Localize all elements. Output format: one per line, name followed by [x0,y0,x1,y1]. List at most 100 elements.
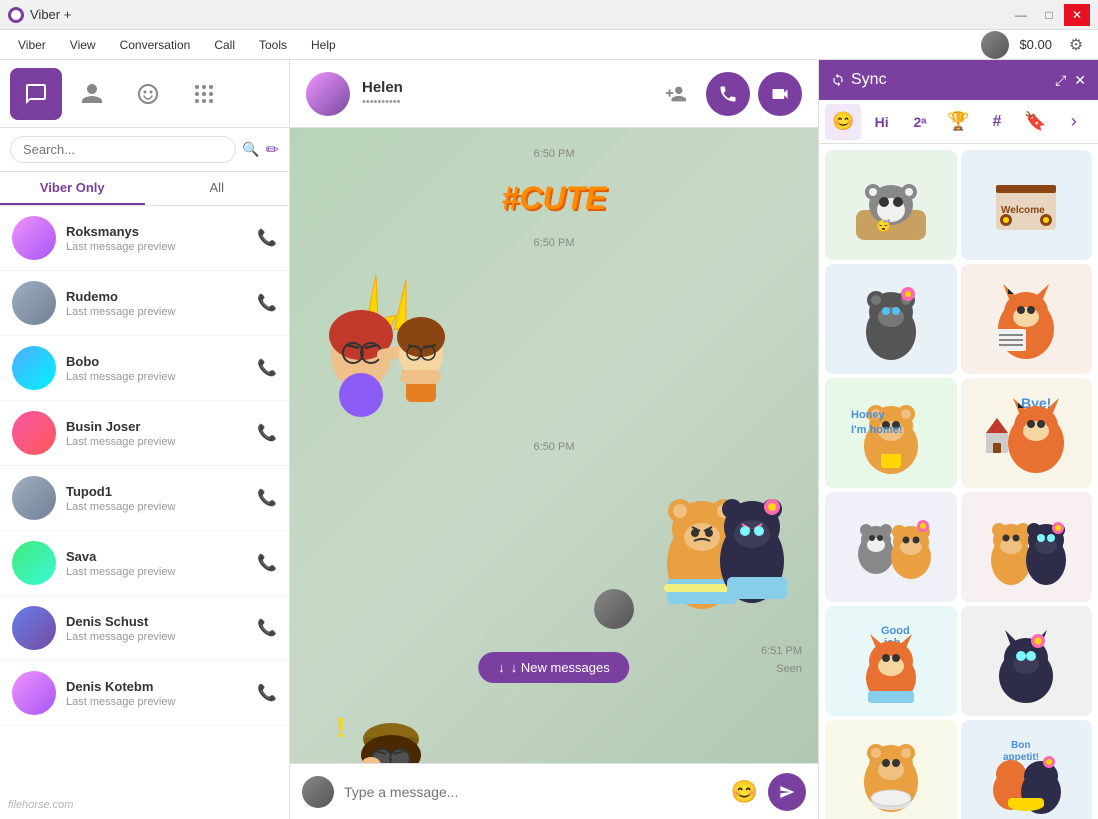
viber-icon: 📞 [257,293,277,313]
laptop-girl-svg: ! [306,687,466,763]
sticker-cell[interactable]: Bye! [961,378,1093,488]
contact-item[interactable]: Denis Schust Last message preview 📞 [0,596,289,661]
search-bar: 🔍 ✏ [0,128,289,172]
bear-panther-svg [642,469,802,629]
message-time: 6:51 PM [761,645,802,657]
message-time: 6:50 PM [306,441,802,453]
menu-viber[interactable]: Viber [8,34,56,56]
minimize-button[interactable]: — [1008,4,1034,26]
sticker-cell[interactable] [825,720,957,819]
contact-msg: Last message preview [66,696,247,708]
contact-item[interactable]: Sava Last message preview 📞 [0,531,289,596]
sticker-laptop-girl: ! [306,687,466,763]
contact-item[interactable]: Busin Joser Last message preview 📞 [0,401,289,466]
sticker-welcome-sign: Welcome [981,160,1071,250]
sticker-cell[interactable] [961,264,1093,374]
filter-all[interactable]: All [145,172,290,205]
sticker-cat-bookmark[interactable]: 🔖 [1017,104,1053,140]
sticker-cat-hi[interactable]: Hi [863,104,899,140]
contact-item[interactable]: Roksmanys Last message preview 📞 [0,206,289,271]
contact-msg: Last message preview [66,436,247,448]
sticker-raccoon-pair [846,502,936,592]
sticker-cell[interactable]: Good job [825,606,957,716]
panel-close-icon[interactable]: ✕ [1074,72,1086,89]
title-bar: Viber + — □ ✕ [0,0,1098,30]
sticker-cell[interactable] [961,492,1093,602]
sender-avatar [594,589,634,629]
contact-info: Denis Schust Last message preview [66,614,247,643]
contact-msg: Last message preview [66,631,247,643]
sticker-honey-bear: Honey I'm home! [846,388,936,478]
close-button[interactable]: ✕ [1064,4,1090,26]
avatar [12,411,56,455]
edit-icon[interactable]: ✏ [266,140,279,160]
nav-contacts-button[interactable] [66,68,118,120]
sticker-cat-2[interactable]: 2ᵃ [902,104,938,140]
sticker-cat-trophy[interactable]: 🏆 [940,104,976,140]
sticker-cell[interactable]: 😴 [825,150,957,260]
contact-info: Denis Kotebm Last message preview [66,679,247,708]
emoji-button[interactable]: 😊 [731,779,758,805]
menu-tools[interactable]: Tools [249,34,297,56]
new-messages-button[interactable]: ↓ ↓ New messages [478,652,629,683]
sync-label-group: Sync [831,71,887,89]
hashtag-message: #CUTE [306,180,802,217]
voice-call-button[interactable] [706,72,750,116]
menu-help[interactable]: Help [301,34,346,56]
contact-item[interactable]: Tupod1 Last message preview 📞 [0,466,289,531]
search-icon[interactable]: 🔍 [242,141,259,158]
contact-item[interactable]: Denis Kotebm Last message preview 📞 [0,661,289,726]
sticker-cell[interactable] [825,492,957,602]
send-button[interactable] [768,773,806,811]
sticker-cat-hash[interactable]: # [979,104,1015,140]
avatar [12,541,56,585]
chat-header: Helen •••••••••• [290,60,818,128]
viber-icon: 📞 [257,423,277,443]
nav-more-button[interactable] [178,68,230,120]
nav-stickers-button[interactable] [122,68,174,120]
contact-info: Roksmanys Last message preview [66,224,247,253]
sticker-fox-newspaper [981,274,1071,364]
menu-conversation[interactable]: Conversation [110,34,201,56]
chat-actions [654,72,802,116]
sticker-cat-next[interactable]: › [1056,104,1092,140]
contact-list: Roksmanys Last message preview 📞 Rudemo … [0,206,289,819]
menu-view[interactable]: View [60,34,106,56]
settings-button[interactable]: ⚙ [1062,31,1090,59]
svg-text:!: ! [336,712,345,743]
add-participant-button[interactable] [654,72,698,116]
message-input[interactable] [344,784,721,800]
sticker-cell[interactable]: Honey I'm home! [825,378,957,488]
chat-user-name: Helen [362,79,642,96]
contact-msg: Last message preview [66,566,247,578]
sticker-cell[interactable]: Bon appetit! [961,720,1093,819]
nav-chats-button[interactable] [10,68,62,120]
sticker-angry-girl [306,265,466,425]
sticker-message-right [306,469,802,629]
filter-tabs: Viber Only All [0,172,289,206]
sticker-dark-cat [981,616,1071,706]
contact-name: Roksmanys [66,224,247,239]
sticker-cell[interactable]: Welcome [961,150,1093,260]
contact-item[interactable]: Bobo Last message preview 📞 [0,336,289,401]
sticker-bear-panther-small [981,502,1071,592]
sticker-cell[interactable] [825,264,957,374]
chat-messages: 6:50 PM #CUTE 6:50 PM [290,128,818,763]
hashtag-text: #CUTE [502,180,607,216]
menu-call[interactable]: Call [204,34,245,56]
sticker-cell[interactable] [961,606,1093,716]
contact-name: Sava [66,549,247,564]
account-balance: $0.00 [1019,37,1052,52]
window-controls: — □ ✕ [1008,4,1090,26]
title-bar-left: Viber + [8,7,71,23]
contact-msg: Last message preview [66,371,247,383]
search-input[interactable] [10,136,236,163]
maximize-button[interactable]: □ [1036,4,1062,26]
sticker-cat-emoji[interactable]: 😊 [825,104,861,140]
panel-expand-icon[interactable]: ⤢ [1055,72,1066,89]
contact-item[interactable]: Rudemo Last message preview 📞 [0,271,289,336]
filter-viber-only[interactable]: Viber Only [0,172,145,205]
sticker-bear-bowl [846,730,936,819]
video-call-button[interactable] [758,72,802,116]
message-time: 6:50 PM [306,237,802,249]
